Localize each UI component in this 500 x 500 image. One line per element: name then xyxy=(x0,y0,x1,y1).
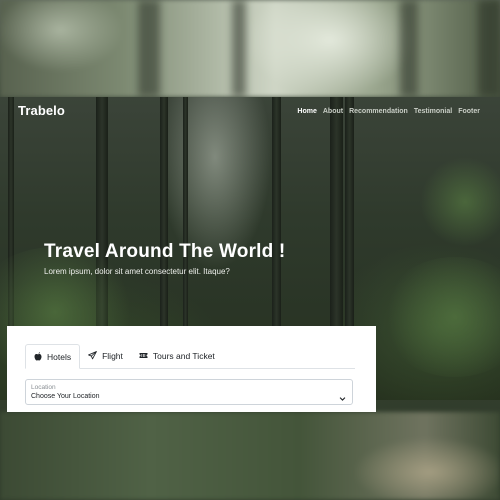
location-select[interactable]: Location Choose Your Location xyxy=(25,379,353,405)
location-value: Choose Your Location xyxy=(31,393,100,400)
hero-title: Travel Around The World ! xyxy=(44,241,286,262)
hero-subtitle: Lorem ipsum, dolor sit amet consectetur … xyxy=(44,267,230,276)
apple-icon xyxy=(34,352,42,361)
nav-link-footer[interactable]: Footer xyxy=(458,108,480,115)
location-label: Location xyxy=(31,384,56,391)
paper-plane-icon xyxy=(88,351,97,360)
search-tabs: Hotels Flight Tours and Ticket xyxy=(25,344,355,369)
tab-tours-and-ticket[interactable]: Tours and Ticket xyxy=(131,344,223,367)
search-card: Hotels Flight Tours and Ticket Location … xyxy=(7,326,376,412)
navbar: Trabelo Home About Recommendation Testim… xyxy=(0,97,500,127)
tab-hotels[interactable]: Hotels xyxy=(25,344,81,369)
background-top-blur xyxy=(0,0,500,97)
chevron-down-icon xyxy=(339,389,346,407)
tab-flight-label: Flight xyxy=(102,350,123,361)
tab-flight[interactable]: Flight xyxy=(80,344,131,367)
tab-hotels-label: Hotels xyxy=(47,351,72,362)
nav-link-recommendation[interactable]: Recommendation xyxy=(349,108,408,115)
nav-link-testimonial[interactable]: Testimonial xyxy=(414,108,452,115)
nav-link-home[interactable]: Home xyxy=(297,108,316,115)
background-bottom-blur xyxy=(0,412,500,500)
nav-link-about[interactable]: About xyxy=(323,108,343,115)
nav-links: Home About Recommendation Testimonial Fo… xyxy=(297,108,480,115)
tab-tours-label: Tours and Ticket xyxy=(152,350,215,361)
ticket-icon xyxy=(139,352,148,359)
brand-logo[interactable]: Trabelo xyxy=(18,103,65,118)
